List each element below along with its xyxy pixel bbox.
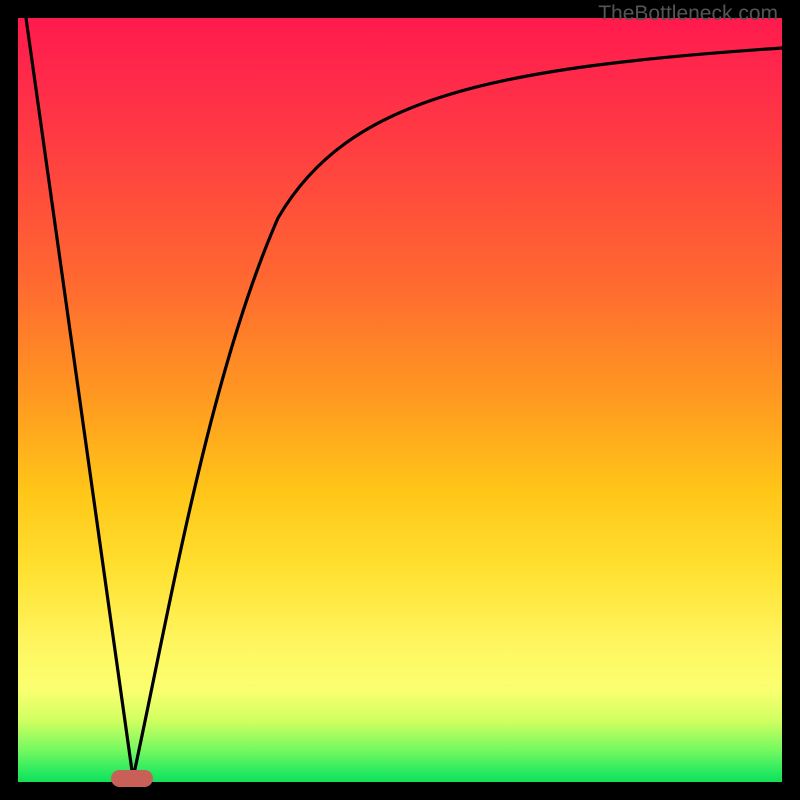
chart-curve — [18, 18, 782, 782]
chart-frame: TheBottleneck.com — [0, 0, 800, 800]
watermark-text: TheBottleneck.com — [598, 2, 778, 26]
optimum-marker — [111, 770, 153, 787]
curve-left-segment — [26, 18, 133, 778]
curve-right-segment — [133, 48, 782, 778]
